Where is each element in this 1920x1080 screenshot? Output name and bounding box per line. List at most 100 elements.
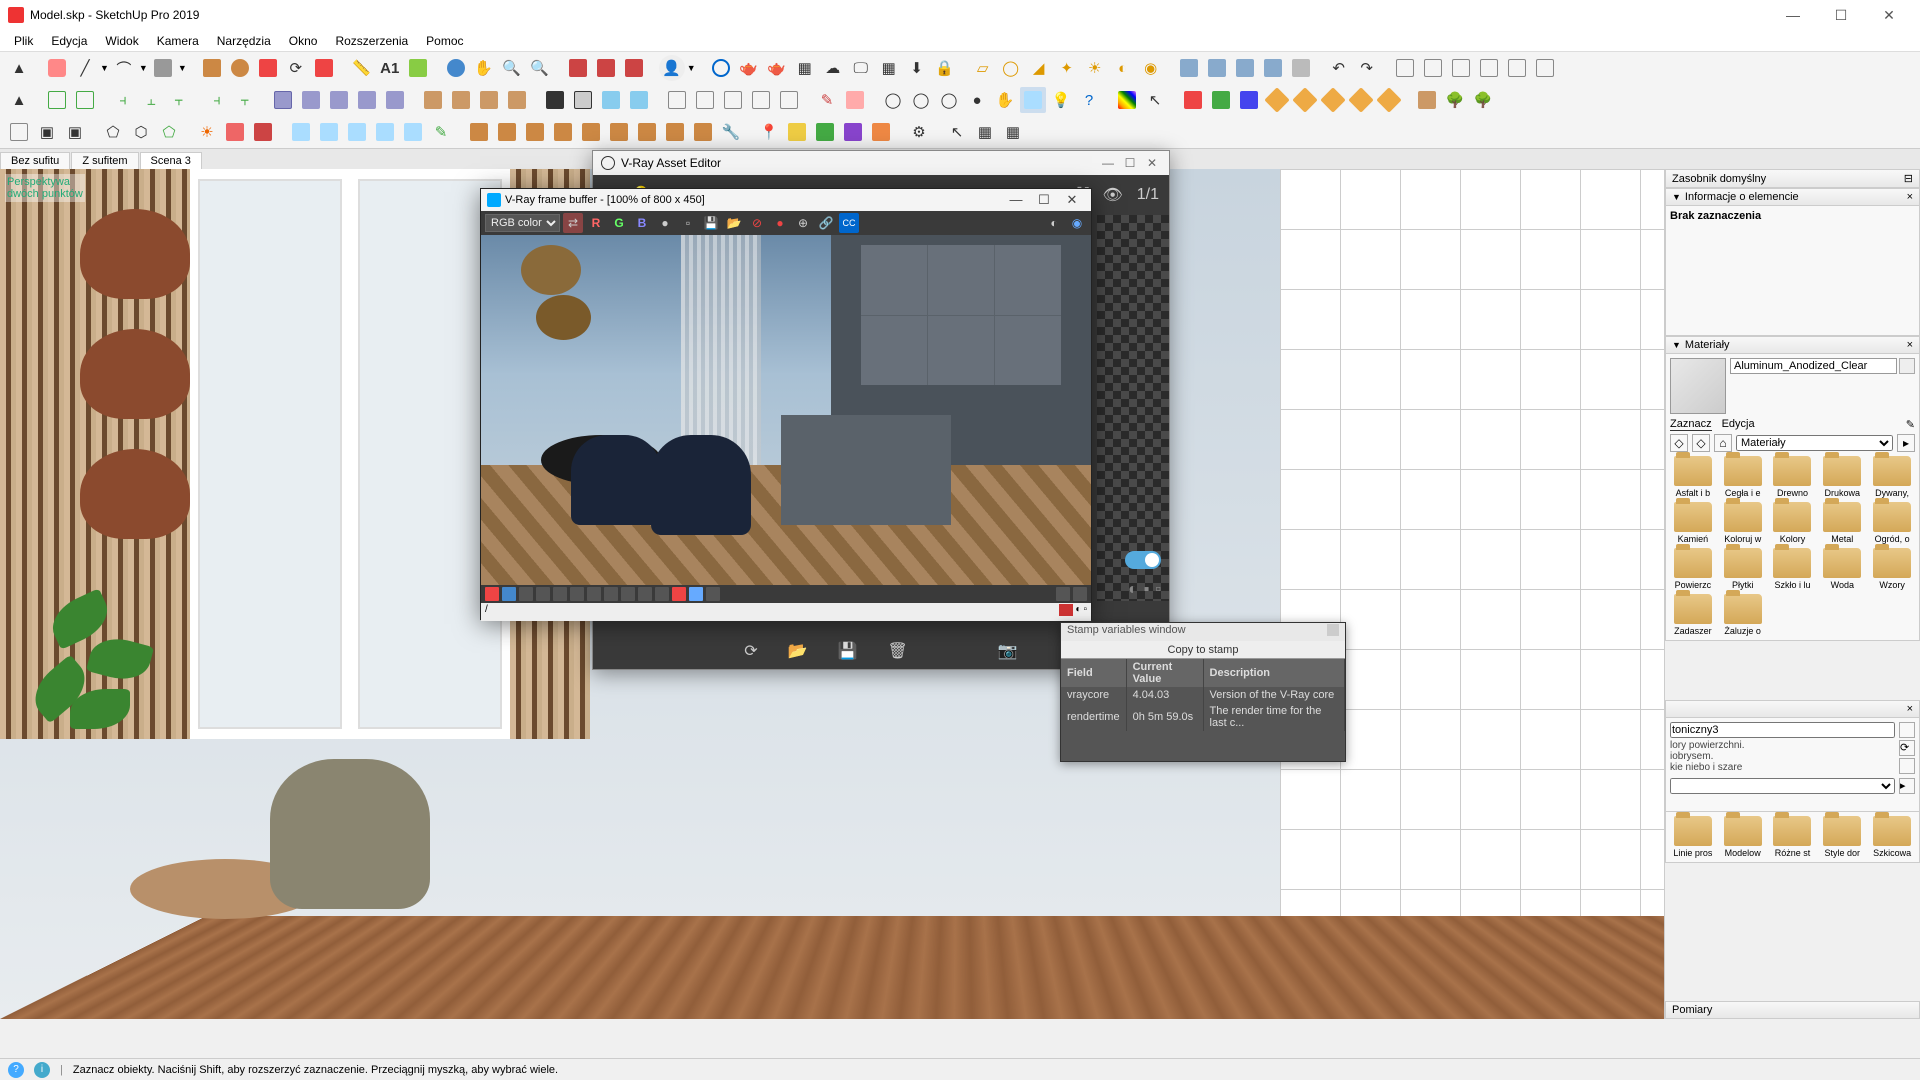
save-icon[interactable]: 💾 <box>701 213 721 233</box>
b14-icon[interactable] <box>706 587 720 601</box>
circle3-icon[interactable]: ◯ <box>936 87 962 113</box>
orbit-tool[interactable] <box>443 55 469 81</box>
box3-icon[interactable]: ▣ <box>62 119 88 145</box>
poly3-icon[interactable]: ⬠ <box>156 119 182 145</box>
styles-header[interactable]: × <box>1665 700 1920 718</box>
interactive-toggle[interactable] <box>1125 551 1161 569</box>
material-folder[interactable]: Wzory <box>1869 548 1915 590</box>
style-new-icon[interactable] <box>1899 722 1915 738</box>
circle2-icon[interactable]: ◯ <box>908 87 934 113</box>
shade4-icon[interactable] <box>372 119 398 145</box>
layer3-icon[interactable] <box>476 87 502 113</box>
sq1-icon[interactable] <box>664 87 690 113</box>
help-icon[interactable]: ? <box>1076 87 1102 113</box>
material-folder[interactable]: Ogród, o <box>1869 502 1915 544</box>
rotate-tool[interactable]: ⟳ <box>283 55 309 81</box>
minimize-button[interactable]: — <box>1770 1 1816 29</box>
style-folder[interactable]: Różne st <box>1770 816 1816 858</box>
materials-header[interactable]: ▼Materiały × <box>1665 336 1920 354</box>
pen-icon[interactable]: ✎ <box>814 87 840 113</box>
quality-icon[interactable]: ▪ <box>1144 581 1150 599</box>
back-icon[interactable] <box>1504 55 1530 81</box>
layer4-icon[interactable] <box>504 87 530 113</box>
m8-icon[interactable] <box>662 119 688 145</box>
expand-icon[interactable] <box>1056 587 1070 601</box>
eyedropper-icon[interactable] <box>1899 378 1915 394</box>
style-update-icon[interactable]: ⟳ <box>1899 740 1915 756</box>
material-folder[interactable]: Dywany, <box>1869 456 1915 498</box>
col-field[interactable]: Field <box>1061 659 1126 687</box>
user-icon[interactable]: 👤 <box>659 55 685 81</box>
rainbow-icon[interactable] <box>1114 87 1140 113</box>
close-button[interactable]: ✕ <box>1059 192 1085 208</box>
menu-window[interactable]: Okno <box>281 32 326 50</box>
m2-icon[interactable] <box>494 119 520 145</box>
create-material-icon[interactable] <box>1899 358 1915 374</box>
pencil-icon[interactable]: ✎ <box>1906 418 1915 431</box>
style-folder[interactable]: Szkicowa <box>1869 816 1915 858</box>
pin-icon[interactable]: 📍 <box>756 119 782 145</box>
mono-icon[interactable]: ● <box>655 213 675 233</box>
arc-tool[interactable]: ⌒ <box>111 55 137 81</box>
region-icon[interactable]: ⊕ <box>793 213 813 233</box>
vray-fur-icon[interactable] <box>1204 55 1230 81</box>
material-folder[interactable]: Cegła i e <box>1720 456 1766 498</box>
vray-displace-icon[interactable] <box>1260 55 1286 81</box>
shirt-o-icon[interactable] <box>868 119 894 145</box>
align-r-icon[interactable]: ⫟ <box>166 87 192 113</box>
vray-batch-icon[interactable]: ▦ <box>876 55 902 81</box>
select-tool[interactable]: ▲ <box>6 55 32 81</box>
render-icon[interactable]: 📷 <box>998 641 1018 661</box>
vray-frame-buffer[interactable]: V-Ray frame buffer - [100% of 800 x 450]… <box>480 188 1092 620</box>
details-icon[interactable]: ▸ <box>1897 434 1915 452</box>
bulb-icon[interactable]: 💡 <box>1048 87 1074 113</box>
flag-icon[interactable] <box>1059 604 1073 616</box>
vray-teapot-icon[interactable]: 🫖 <box>736 55 762 81</box>
tray-title[interactable]: Zasobnik domyślny ⊟ <box>1665 169 1920 188</box>
material-name-input[interactable] <box>1730 358 1897 374</box>
dia3-icon[interactable] <box>1320 87 1346 113</box>
b6-icon[interactable] <box>570 587 584 601</box>
bool4-icon[interactable] <box>626 87 652 113</box>
nav-fwd-icon[interactable]: ◇ <box>1692 434 1710 452</box>
material-lib-select[interactable]: Materiały <box>1736 435 1893 451</box>
vray-omni-icon[interactable]: ☀ <box>1082 55 1108 81</box>
style-folder[interactable]: Modelow <box>1720 816 1766 858</box>
pushpull-tool[interactable] <box>199 55 225 81</box>
material-folder[interactable]: Woda <box>1819 548 1865 590</box>
refresh-icon[interactable]: ⟳ <box>744 641 757 661</box>
b5-icon[interactable] <box>553 587 567 601</box>
c1-icon[interactable] <box>1414 87 1440 113</box>
vray-sphere-icon[interactable]: ◯ <box>998 55 1024 81</box>
bool1-icon[interactable] <box>542 87 568 113</box>
col-value[interactable]: Current Value <box>1126 659 1203 687</box>
b4-icon[interactable] <box>536 587 550 601</box>
vray-render-icon[interactable]: 🫖 <box>764 55 790 81</box>
region-icon[interactable]: ▫ <box>1155 581 1161 599</box>
close-button[interactable]: ✕ <box>1866 1 1912 29</box>
pomiary-header[interactable]: Pomiary <box>1665 1001 1920 1019</box>
b9-icon[interactable] <box>621 587 635 601</box>
close-icon[interactable]: × <box>1907 191 1913 203</box>
shade2-icon[interactable] <box>316 119 342 145</box>
copy-to-stamp-button[interactable]: Copy to stamp <box>1061 641 1345 659</box>
cc-icon[interactable]: CC <box>839 213 859 233</box>
dia5-icon[interactable] <box>1376 87 1402 113</box>
vray-asset-titlebar[interactable]: V-Ray Asset Editor — ☐ ✕ <box>593 151 1169 175</box>
swap-icon[interactable]: ⇄ <box>563 213 583 233</box>
undo-icon[interactable]: ↶ <box>1326 55 1352 81</box>
vray-lock-icon[interactable]: 🔒 <box>932 55 958 81</box>
vray-viewport-icon[interactable]: ▦ <box>792 55 818 81</box>
scale-tool[interactable] <box>311 55 337 81</box>
pan-tool[interactable]: ✋ <box>471 55 497 81</box>
render-output[interactable] <box>481 235 1091 585</box>
link-icon[interactable]: 🔗 <box>816 213 836 233</box>
stamp-variables-window[interactable]: Stamp variables window Copy to stamp Fie… <box>1060 622 1346 762</box>
style-folder[interactable]: Linie pros <box>1670 816 1716 858</box>
component-icon[interactable] <box>72 87 98 113</box>
material-folder[interactable]: Kolory <box>1770 502 1816 544</box>
grid1-icon[interactable] <box>270 87 296 113</box>
vray-export-icon[interactable]: ⬇ <box>904 55 930 81</box>
m6-icon[interactable] <box>606 119 632 145</box>
boxes-icon[interactable]: ▣ <box>34 119 60 145</box>
